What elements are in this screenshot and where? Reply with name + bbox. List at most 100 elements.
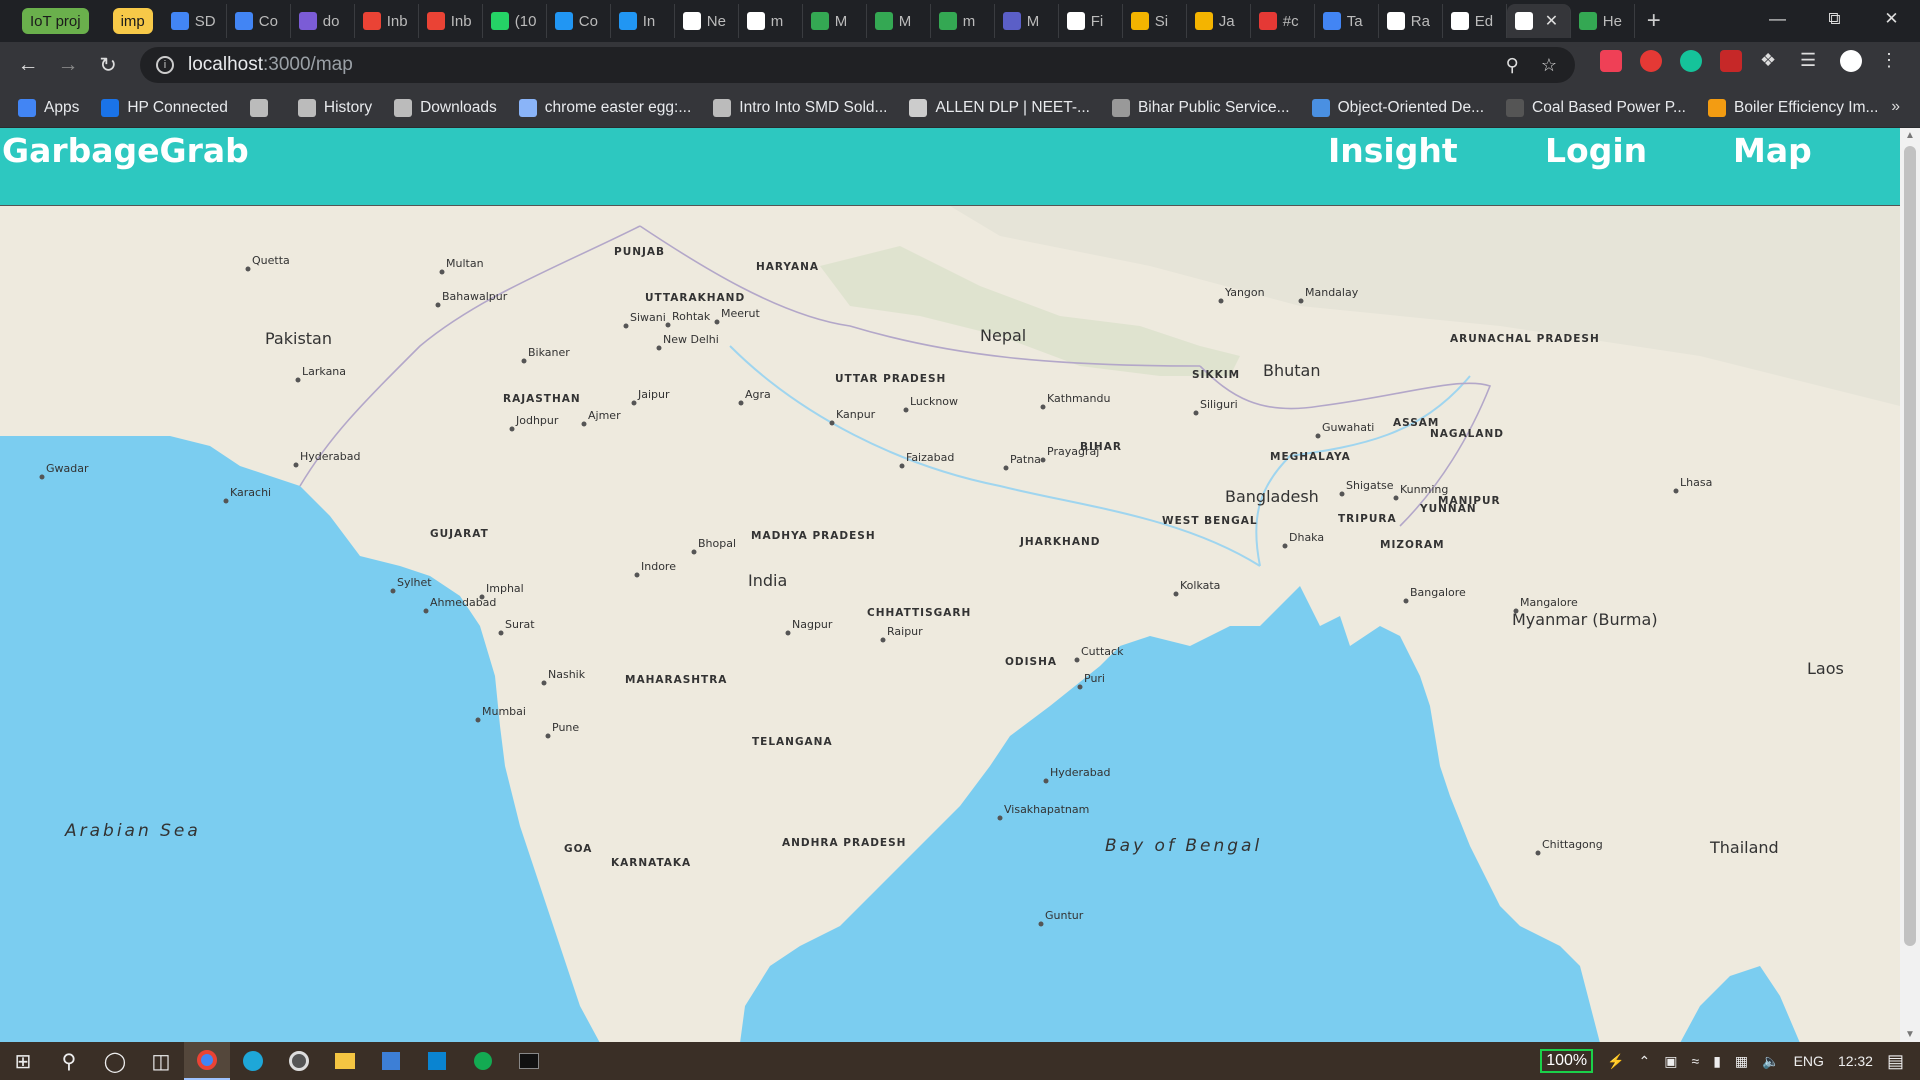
city-marker[interactable] <box>1038 921 1044 927</box>
info-icon[interactable]: i <box>156 56 174 74</box>
city-marker[interactable] <box>1003 465 1009 471</box>
city-marker[interactable] <box>1077 684 1083 690</box>
bookmark-item[interactable]: ALLEN DLP | NEET-... <box>909 98 1090 117</box>
map-view[interactable]: Pakistan Nepal Bhutan India Bangladesh Myanma… <box>0 205 1900 1042</box>
power-plug-icon[interactable]: ⚡ <box>1607 1053 1624 1070</box>
city-marker[interactable] <box>903 407 909 413</box>
city-marker[interactable] <box>714 319 720 325</box>
browser-tab[interactable]: Si <box>1123 4 1187 38</box>
city-marker[interactable] <box>631 400 637 406</box>
browser-tab[interactable]: do <box>291 4 355 38</box>
back-arrow-icon[interactable]: ← <box>8 53 48 77</box>
browser-tab[interactable]: He <box>1571 4 1635 38</box>
bookmark-item[interactable]: Downloads <box>394 98 497 117</box>
extensions-puzzle-icon[interactable]: ❖ <box>1760 50 1782 72</box>
bookmark-item[interactable]: Apps <box>18 98 79 117</box>
bookmark-item[interactable] <box>249 98 276 117</box>
city-marker[interactable] <box>521 358 527 364</box>
browser-tab[interactable]: Ed <box>1443 4 1507 38</box>
windows-start-icon[interactable]: ⊞ <box>0 1042 46 1080</box>
cortana-icon[interactable]: ◯ <box>92 1042 138 1080</box>
close-tab-icon[interactable]: ✕ <box>1545 11 1558 31</box>
browser-tab[interactable]: Co <box>547 4 611 38</box>
city-marker[interactable] <box>738 400 744 406</box>
browser-tab[interactable]: M <box>803 4 867 38</box>
chrome-taskbar-icon[interactable] <box>184 1042 230 1080</box>
browser-tab[interactable]: m <box>931 4 995 38</box>
map-canvas[interactable]: Pakistan Nepal Bhutan India Bangladesh Myanma… <box>0 206 1900 1042</box>
city-marker[interactable] <box>1673 488 1679 494</box>
city-marker[interactable] <box>390 588 396 594</box>
reload-icon[interactable]: ↻ <box>88 53 128 78</box>
city-marker[interactable] <box>545 733 551 739</box>
profile-avatar[interactable] <box>1840 50 1862 72</box>
city-marker[interactable] <box>439 269 445 275</box>
scroll-down-arrow[interactable]: ▼ <box>1905 1029 1915 1040</box>
city-marker[interactable] <box>1193 410 1199 416</box>
nav-login-link[interactable]: Login <box>1545 131 1647 170</box>
city-marker[interactable] <box>997 815 1003 821</box>
city-marker[interactable] <box>1040 404 1046 410</box>
bookmark-item[interactable]: Object-Oriented De... <box>1311 98 1484 117</box>
battery-percent[interactable]: 100% <box>1540 1049 1594 1073</box>
browser-tab[interactable]: M <box>867 4 931 38</box>
city-marker[interactable] <box>899 463 905 469</box>
flag-extension-icon[interactable] <box>1720 50 1742 72</box>
city-marker[interactable] <box>1513 608 1519 614</box>
city-marker[interactable] <box>435 302 441 308</box>
close-window-button[interactable]: ✕ <box>1863 0 1920 40</box>
city-marker[interactable] <box>1339 491 1345 497</box>
brand-logo[interactable]: GarbageGrab <box>2 131 249 170</box>
bookmark-item[interactable]: History <box>297 98 372 117</box>
browser-tab[interactable]: Co <box>227 4 291 38</box>
zoom-icon[interactable]: ⚲ <box>1506 55 1519 76</box>
city-marker[interactable] <box>1315 433 1321 439</box>
city-marker[interactable] <box>1535 850 1541 856</box>
city-marker[interactable] <box>1403 598 1409 604</box>
city-marker[interactable] <box>295 377 301 383</box>
browser-tab[interactable]: #c <box>1251 4 1315 38</box>
browser-tab[interactable]: SD <box>163 4 227 38</box>
tab-group-0[interactable]: IoT proj <box>22 8 89 34</box>
network-icon[interactable]: ▦ <box>1735 1053 1748 1070</box>
obs-taskbar-icon[interactable] <box>276 1042 322 1080</box>
meet-icon[interactable]: ▣ <box>1664 1053 1677 1070</box>
volume-icon[interactable]: 🔈 <box>1762 1053 1779 1070</box>
menu-kebab-icon[interactable]: ⋮ <box>1880 50 1902 72</box>
city-marker[interactable] <box>1173 591 1179 597</box>
language-indicator[interactable]: ENG <box>1794 1053 1824 1069</box>
battery-icon[interactable]: ▮ <box>1713 1053 1721 1070</box>
browser-tab[interactable]: Ra <box>1379 4 1443 38</box>
nav-insight-link[interactable]: Insight <box>1328 131 1458 170</box>
forward-arrow-icon[interactable]: → <box>48 53 88 77</box>
browser-tab[interactable]: m <box>739 4 803 38</box>
scroll-up-arrow[interactable]: ▲ <box>1905 130 1915 141</box>
scrollbar-thumb[interactable] <box>1904 146 1916 946</box>
browser-tab[interactable]: M <box>995 4 1059 38</box>
minimize-button[interactable]: — <box>1749 0 1806 40</box>
notification-icon[interactable]: ▤ <box>1887 1051 1904 1072</box>
restore-button[interactable]: ⧉ <box>1806 0 1863 40</box>
city-marker[interactable] <box>479 594 485 600</box>
bookmark-item[interactable]: Bihar Public Service... <box>1111 98 1290 117</box>
city-marker[interactable] <box>509 426 515 432</box>
address-bar[interactable]: i localhost:3000/map ⚲ ☆ <box>140 47 1575 83</box>
grammarly-extension-icon[interactable] <box>1680 50 1702 72</box>
city-marker[interactable] <box>1393 495 1399 501</box>
city-marker[interactable] <box>1074 657 1080 663</box>
active-tab[interactable]: ✕ <box>1506 4 1571 38</box>
clock[interactable]: 12:32 <box>1838 1053 1873 1069</box>
wifi-icon[interactable]: ≈ <box>1692 1053 1700 1069</box>
bookmark-item[interactable]: chrome easter egg:... <box>518 98 691 117</box>
bookmark-item[interactable]: Intro Into SMD Sold... <box>713 98 887 117</box>
city-marker[interactable] <box>1040 457 1046 463</box>
browser-tab[interactable]: Ta <box>1315 4 1379 38</box>
tab-group-1[interactable]: imp <box>112 8 153 34</box>
city-marker[interactable] <box>691 549 697 555</box>
city-marker[interactable] <box>423 608 429 614</box>
terminal-taskbar-icon[interactable] <box>506 1042 552 1080</box>
city-marker[interactable] <box>1218 298 1224 304</box>
chevron-up-icon[interactable]: ⌃ <box>1639 1053 1651 1070</box>
city-marker[interactable] <box>656 345 662 351</box>
browser-tab[interactable]: Fi <box>1059 4 1123 38</box>
